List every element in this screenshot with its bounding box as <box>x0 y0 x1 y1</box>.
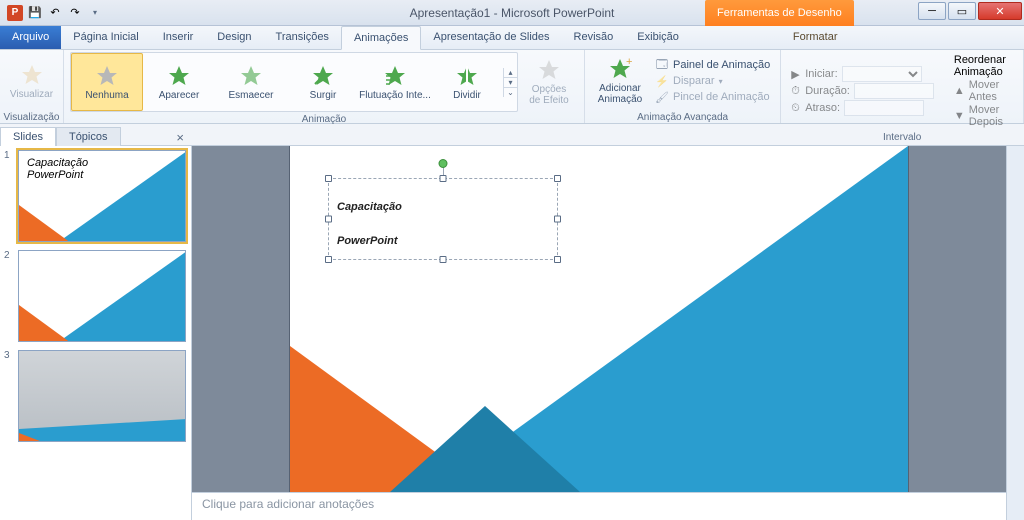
thumb-row-3: 3 <box>4 350 187 442</box>
start-select[interactable] <box>842 66 922 82</box>
thumb-row-1: 1 CapacitaçãoPowerPoint <box>4 150 187 242</box>
animation-surgir[interactable]: Surgir <box>287 53 359 111</box>
close-button[interactable]: ✕ <box>978 2 1022 20</box>
slide-thumbnail-1[interactable]: CapacitaçãoPowerPoint <box>18 150 186 242</box>
slide-thumbnail-3[interactable] <box>18 350 186 442</box>
animation-pane-button[interactable]: 🗔Painel de Animação <box>655 58 770 72</box>
animation-aparecer[interactable]: Aparecer <box>143 53 215 111</box>
ribbon-tabs: Arquivo Página Inicial Inserir Design Tr… <box>0 26 1024 50</box>
svg-text:+: + <box>626 57 632 68</box>
quick-access-toolbar: P 💾 ↶ ↷ ▾ <box>0 4 110 22</box>
delay-input[interactable] <box>844 100 924 116</box>
slide-thumbnail-2[interactable] <box>18 250 186 342</box>
undo-icon[interactable]: ↶ <box>46 4 64 22</box>
painter-icon: 🖌 <box>655 90 669 104</box>
trigger-icon: ⚡ <box>655 74 669 88</box>
reorder-label: Reordenar Animação <box>954 54 1013 78</box>
tab-apresentacao[interactable]: Apresentação de Slides <box>421 25 561 49</box>
star-esmaecer-icon <box>239 64 263 88</box>
gallery-more-button[interactable]: ⌄ <box>504 88 517 97</box>
add-animation-button[interactable]: + Adicionar Animação <box>591 52 649 110</box>
pane-icon: 🗔 <box>655 58 669 72</box>
main-area: 1 CapacitaçãoPowerPoint 2 3 <box>0 146 1024 520</box>
visualizar-button[interactable]: Visualizar <box>6 52 57 110</box>
tab-revisao[interactable]: Revisão <box>562 25 626 49</box>
thumb-text: CapacitaçãoPowerPoint <box>27 157 88 181</box>
advanced-list: 🗔Painel de Animação ⚡Disparar▾ 🖌Pincel d… <box>651 56 774 106</box>
gallery-up-button[interactable]: ▴ <box>504 68 517 78</box>
title-textbox[interactable]: CapacitaçãoPowerPoint <box>328 178 558 260</box>
move-before-button[interactable]: ▲Mover Antes <box>954 79 1013 103</box>
file-tab[interactable]: Arquivo <box>0 25 61 49</box>
notes-pane[interactable]: Clique para adicionar anotações <box>192 492 1006 520</box>
handle-s[interactable] <box>440 256 447 263</box>
add-animation-icon: + <box>608 57 632 81</box>
handle-nw[interactable] <box>325 175 332 182</box>
vertical-scrollbar[interactable] <box>1006 146 1024 520</box>
animation-nenhuma[interactable]: Nenhuma <box>71 53 143 111</box>
animation-gallery: Nenhuma Aparecer Esmaecer Surgir Flutuaç… <box>70 52 518 112</box>
group-animacao-avancada: + Adicionar Animação 🗔Painel de Animação… <box>585 50 781 123</box>
play-star-icon <box>20 63 44 87</box>
thumb-row-2: 2 <box>4 250 187 342</box>
group-animacao: Nenhuma Aparecer Esmaecer Surgir Flutuaç… <box>64 50 585 123</box>
group-intervalo: ▶Iniciar: ⏱Duração: ⏲Atraso: Reordenar A… <box>781 50 1024 123</box>
star-aparecer-icon <box>167 64 191 88</box>
tab-transicoes[interactable]: Transições <box>264 25 341 49</box>
window-title: Apresentação1 - Microsoft PowerPoint <box>410 6 615 20</box>
ribbon: Visualizar Visualização Nenhuma Aparecer… <box>0 50 1024 124</box>
save-icon[interactable]: 💾 <box>26 4 44 22</box>
delay-label: Atraso: <box>805 102 840 114</box>
handle-ne[interactable] <box>554 175 561 182</box>
powerpoint-logo-icon: P <box>6 4 24 22</box>
star-none-icon <box>95 64 119 88</box>
effect-options-icon <box>537 58 561 82</box>
handle-se[interactable] <box>554 256 561 263</box>
rotate-handle[interactable] <box>439 159 448 168</box>
title-text[interactable]: CapacitaçãoPowerPoint <box>329 179 557 258</box>
handle-w[interactable] <box>325 216 332 223</box>
animation-painter-button[interactable]: 🖌Pincel de Animação <box>655 90 770 104</box>
move-after-button[interactable]: ▼Mover Depois <box>954 104 1013 128</box>
redo-icon[interactable]: ↷ <box>66 4 84 22</box>
star-surgir-icon <box>311 64 335 88</box>
gallery-scroll: ▴ ▾ ⌄ <box>503 68 517 97</box>
animation-flutuacao[interactable]: Flutuação Inte... <box>359 53 431 111</box>
duration-input[interactable] <box>854 83 934 99</box>
animation-esmaecer[interactable]: Esmaecer <box>215 53 287 111</box>
contextual-tab-header: Ferramentas de Desenho <box>705 0 854 26</box>
maximize-button[interactable]: ▭ <box>948 2 976 20</box>
trigger-button[interactable]: ⚡Disparar▾ <box>655 74 770 88</box>
handle-n[interactable] <box>440 175 447 182</box>
star-flutuacao-icon <box>383 64 407 88</box>
animation-dividir[interactable]: Dividir <box>431 53 503 111</box>
timing-controls: ▶Iniciar: ⏱Duração: ⏲Atraso: <box>787 64 938 118</box>
qat-dropdown-icon[interactable]: ▾ <box>86 4 104 22</box>
title-bar: P 💾 ↶ ↷ ▾ Apresentação1 - Microsoft Powe… <box>0 0 1024 26</box>
handle-sw[interactable] <box>325 256 332 263</box>
current-slide[interactable]: CapacitaçãoPowerPoint <box>290 146 908 492</box>
window-controls: ─ ▭ ✕ <box>918 2 1022 20</box>
duration-label: Duração: <box>805 85 850 97</box>
handle-e[interactable] <box>554 216 561 223</box>
gallery-down-button[interactable]: ▾ <box>504 78 517 88</box>
topics-tab[interactable]: Tópicos <box>56 127 121 146</box>
tab-inserir[interactable]: Inserir <box>151 25 206 49</box>
tab-pagina-inicial[interactable]: Página Inicial <box>61 25 150 49</box>
slide-canvas-area[interactable]: CapacitaçãoPowerPoint <box>192 146 1006 492</box>
star-dividir-icon <box>455 64 479 88</box>
tab-exibicao[interactable]: Exibição <box>625 25 691 49</box>
tab-formatar[interactable]: Formatar <box>781 25 850 49</box>
effect-options-button[interactable]: Opções de Efeito <box>520 53 578 111</box>
tab-animacoes[interactable]: Animações <box>341 26 421 50</box>
start-label: Iniciar: <box>805 68 837 80</box>
tab-design[interactable]: Design <box>205 25 263 49</box>
panel-close-button[interactable]: × <box>168 130 192 145</box>
slide-panel: 1 CapacitaçãoPowerPoint 2 3 <box>0 146 192 520</box>
group-visualizacao: Visualizar Visualização <box>0 50 64 123</box>
editor-area: CapacitaçãoPowerPoint Clique para adicio… <box>192 146 1006 520</box>
minimize-button[interactable]: ─ <box>918 2 946 20</box>
reorder-controls: Reordenar Animação ▲Mover Antes ▼Mover D… <box>950 52 1017 130</box>
slides-tab[interactable]: Slides <box>0 127 56 146</box>
